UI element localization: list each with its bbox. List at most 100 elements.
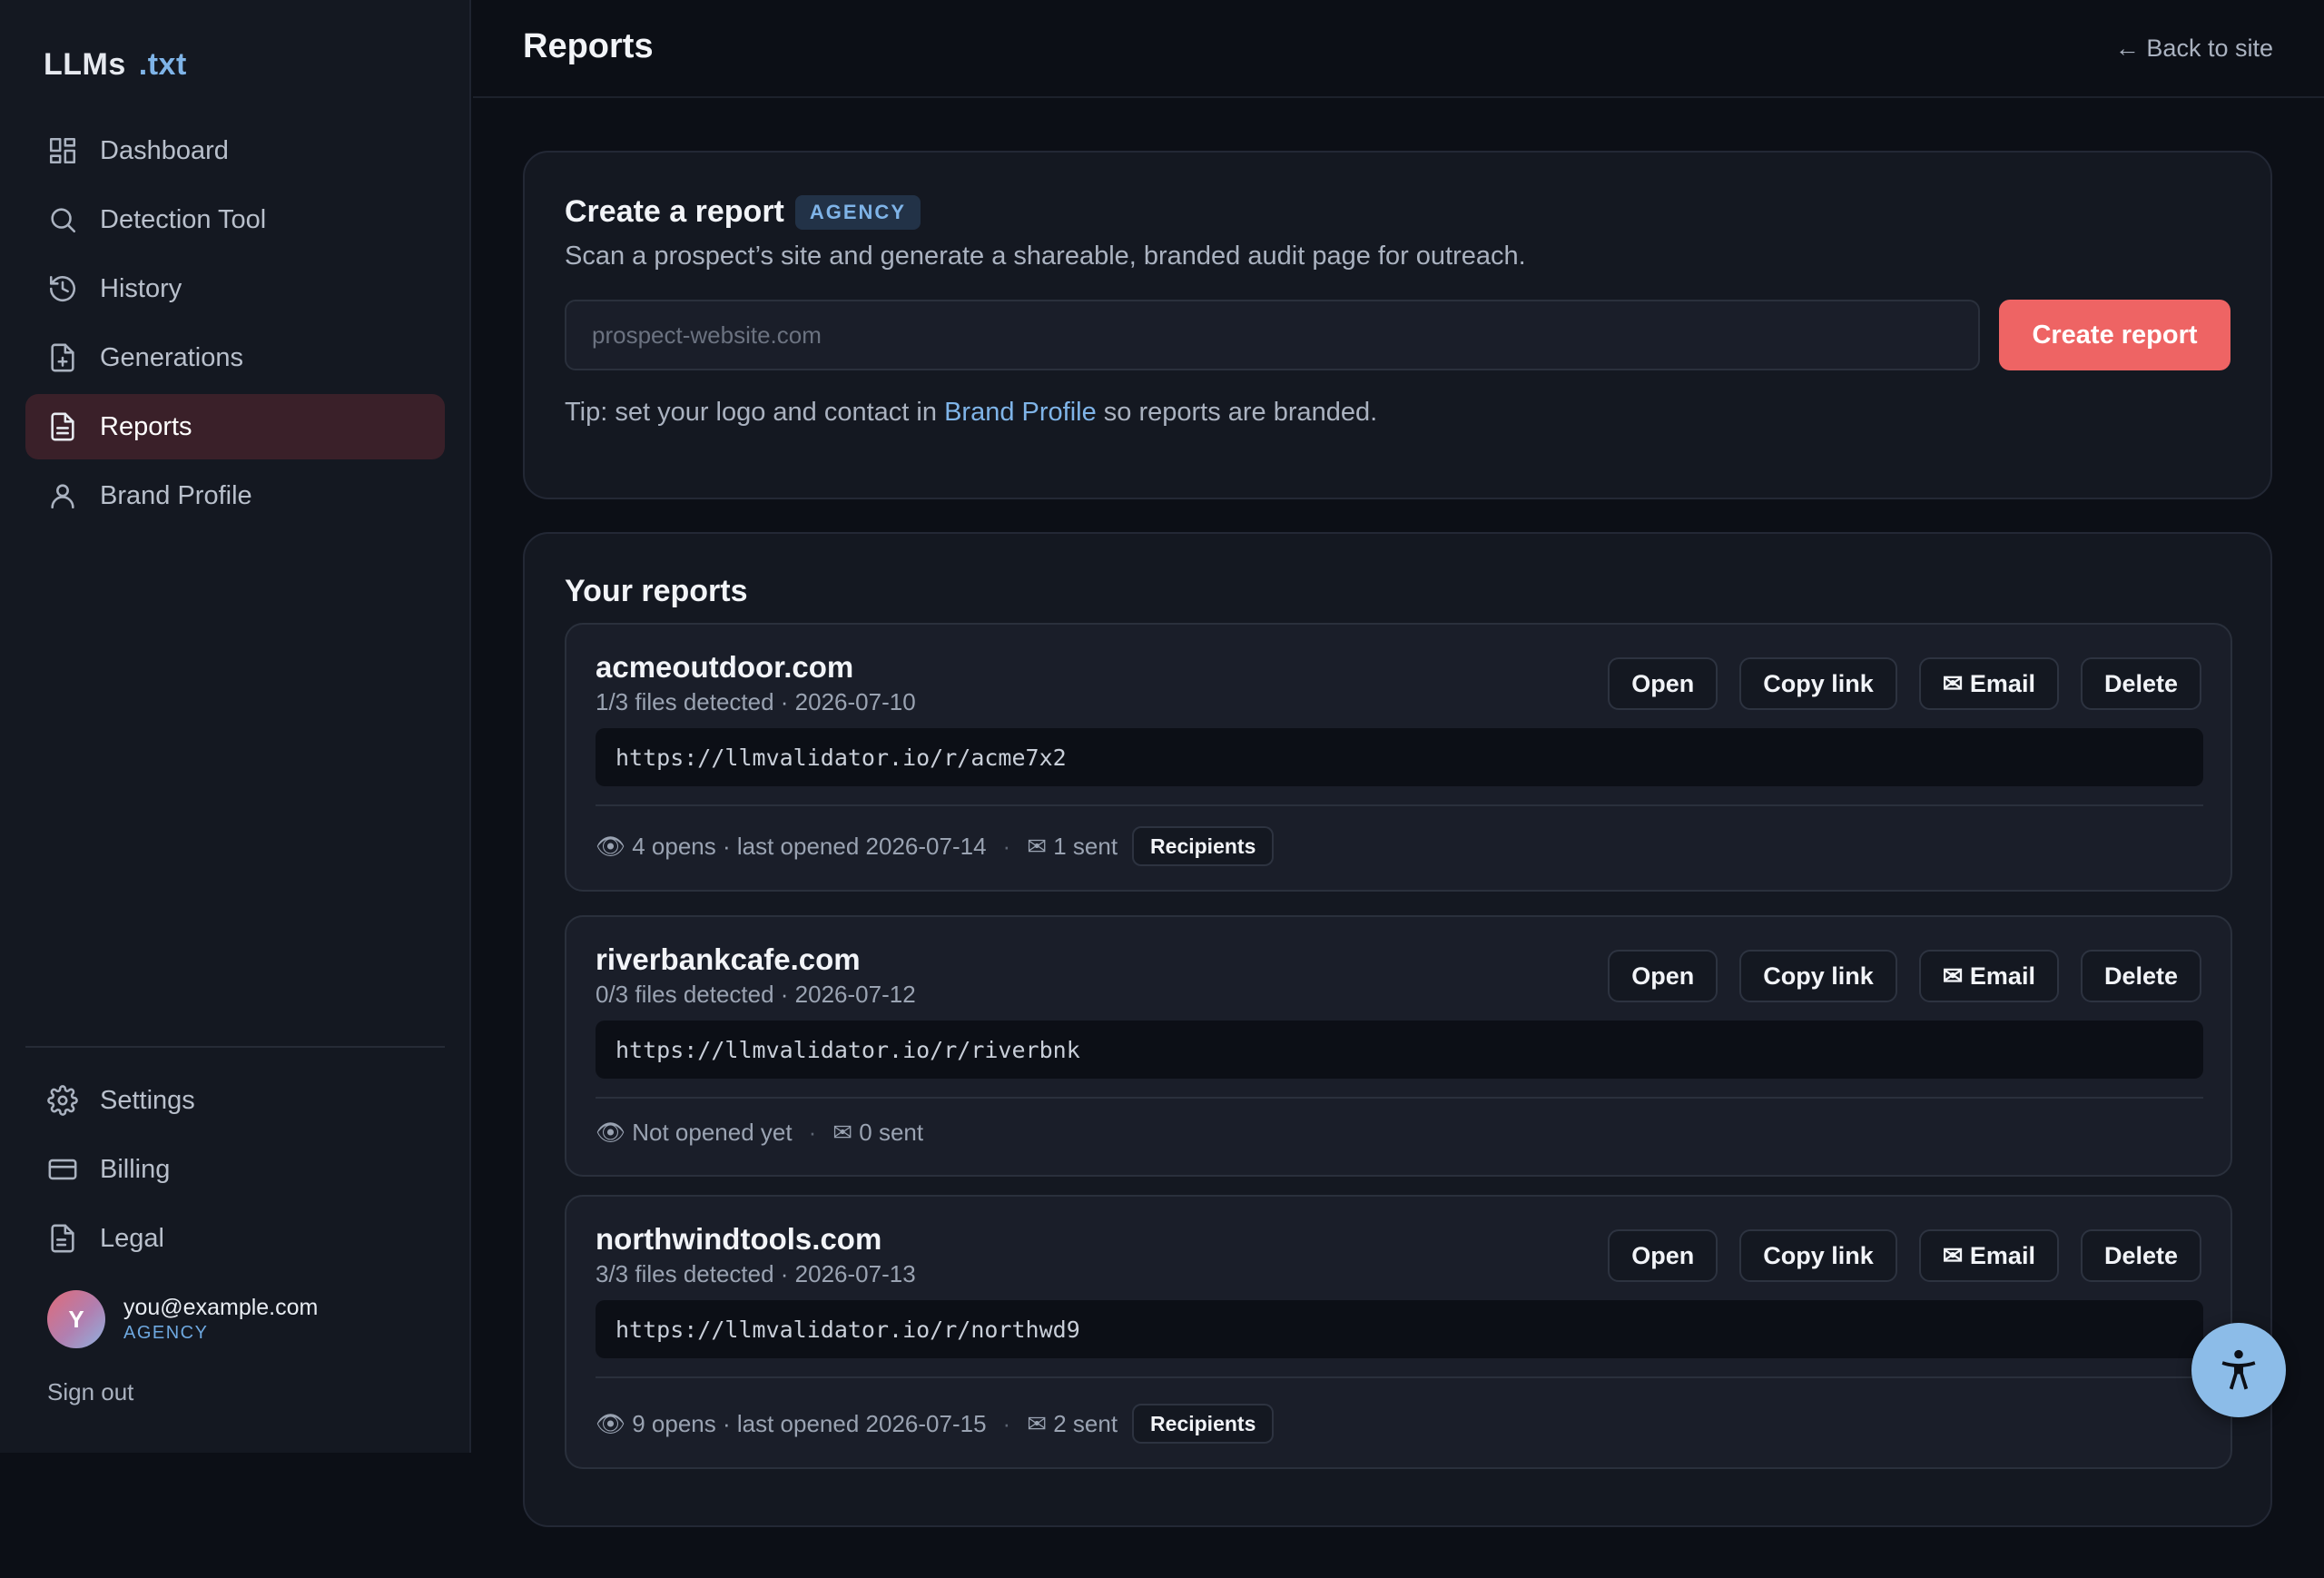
delete-button[interactable]: Delete [2080,657,2201,710]
report-sent: ✉ 0 sent [832,1119,924,1146]
report-opens: 👁 4 opens · last opened 2026-07-14 [596,832,987,860]
report-meta: 3/3 files detected · 2026-07-13 [596,1260,916,1287]
sidebar-item-dashboard[interactable]: Dashboard [25,118,445,183]
tip-suffix: so reports are branded. [1096,398,1378,427]
sidebar-item-label: Brand Profile [100,480,252,510]
report-meta: 0/3 files detected · 2026-07-12 [596,981,916,1008]
report-actions: Open Copy link ✉ Email Delete [1608,657,2201,710]
sidebar-item-label: Settings [100,1085,195,1115]
user-account[interactable]: Y you@example.com AGENCY [47,1290,318,1348]
sidebar-item-label: Billing [100,1154,171,1184]
credit-card-icon [48,1159,77,1180]
reports-list-title: Your reports [565,574,748,608]
open-button[interactable]: Open [1608,950,1718,1002]
create-report-description: Scan a prospect’s site and generate a sh… [565,242,1526,271]
reports-list-card: Your reports acmeoutdoor.com 1/3 files d… [523,532,2272,1527]
report-actions: Open Copy link ✉ Email Delete [1608,1229,2201,1282]
report-item: northwindtools.com 3/3 files detected · … [565,1195,2232,1469]
brand-logo[interactable]: LLMs .txt [44,47,187,83]
sidebar-nav: Dashboard Detection Tool History Generat… [25,118,445,532]
create-report-heading: Create a report AGENCY [565,194,921,230]
sidebar-item-billing[interactable]: Billing [25,1137,445,1202]
accessibility-icon [2221,1349,2256,1390]
report-share-url[interactable]: https://llmvalidator.io/r/riverbnk [596,1021,2203,1079]
email-button[interactable]: ✉ Email [1918,950,2059,1002]
report-divider [596,1376,2203,1378]
sidebar-item-label: Reports [100,411,192,441]
user-plan: AGENCY [123,1323,209,1343]
stats-separator: · [808,1119,817,1146]
email-button[interactable]: ✉ Email [1918,1229,2059,1282]
report-stats: 👁 4 opens · last opened 2026-07-14 · ✉ 1… [596,826,1275,866]
report-share-url[interactable]: https://llmvalidator.io/r/acme7x2 [596,728,2203,786]
email-button[interactable]: ✉ Email [1918,657,2059,710]
report-stats: 👁 9 opens · last opened 2026-07-15 · ✉ 2… [596,1404,1275,1444]
stats-separator: · [1002,832,1011,860]
sidebar-item-generations[interactable]: Generations [25,325,445,390]
sidebar-item-label: History [100,273,182,303]
brand-ext: .txt [138,47,187,82]
brand-name: LLMs [44,47,126,82]
open-button[interactable]: Open [1608,1229,1718,1282]
report-actions: Open Copy link ✉ Email Delete [1608,950,2201,1002]
report-meta: 1/3 files detected · 2026-07-10 [596,688,916,715]
sidebar-divider [25,1046,445,1048]
sidebar-item-brand-profile[interactable]: Brand Profile [25,463,445,528]
recipients-button[interactable]: Recipients [1132,826,1275,866]
sidebar-item-reports[interactable]: Reports [25,394,445,459]
page-title: Reports [523,27,654,65]
report-item: acmeoutdoor.com 1/3 files detected · 202… [565,623,2232,892]
report-item: riverbankcafe.com 0/3 files detected · 2… [565,915,2232,1177]
brand-profile-link[interactable]: Brand Profile [944,398,1097,427]
user-info: you@example.com AGENCY [123,1295,318,1344]
plan-badge: AGENCY [794,194,921,230]
delete-button[interactable]: Delete [2080,1229,2201,1282]
file-icon [51,1224,74,1253]
report-divider [596,804,2203,806]
recipients-button[interactable]: Recipients [1132,1404,1275,1444]
back-to-site-link[interactable]: ← Back to site [2115,35,2273,63]
sidebar-item-settings[interactable]: Settings [25,1068,445,1133]
sidebar-item-label: Detection Tool [100,204,267,234]
open-button[interactable]: Open [1608,657,1718,710]
tip-prefix: Tip: set your logo and contact in [565,398,945,427]
report-domain: riverbankcafe.com [596,942,861,976]
user-email: you@example.com [123,1295,319,1320]
report-sent: ✉ 1 sent [1027,832,1118,860]
report-share-url[interactable]: https://llmvalidator.io/r/northwd9 [596,1300,2203,1358]
file-text-icon [51,412,74,441]
report-stats: 👁 Not opened yet · ✉ 0 sent [596,1119,923,1147]
report-opens: 👁 9 opens · last opened 2026-07-15 [596,1409,987,1437]
delete-button[interactable]: Delete [2080,950,2201,1002]
sidebar: LLMs .txt Dashboard Detection Tool Histor… [0,0,471,1453]
create-report-button[interactable]: Create report [1999,300,2230,370]
stats-separator: · [1002,1409,1011,1437]
sidebar-item-legal[interactable]: Legal [25,1206,445,1271]
sidebar-item-detection-tool[interactable]: Detection Tool [25,187,445,252]
sidebar-item-history[interactable]: History [25,256,445,321]
sidebar-item-label: Generations [100,342,243,372]
avatar: Y [47,1290,105,1348]
search-icon [51,208,76,233]
create-report-card: Create a report AGENCY Scan a prospect’s… [523,151,2272,499]
report-domain: northwindtools.com [596,1222,882,1256]
user-icon [51,484,74,509]
prospect-url-input[interactable] [565,300,1980,370]
history-icon [49,275,76,302]
copy-link-button[interactable]: Copy link [1739,950,1897,1002]
sidebar-item-label: Legal [100,1223,164,1253]
sidebar-item-label: Dashboard [100,135,229,165]
report-sent: ✉ 2 sent [1027,1409,1118,1437]
dashboard-icon [49,137,76,164]
report-domain: acmeoutdoor.com [596,650,854,684]
sidebar-bottom-nav: Settings Billing Legal [25,1068,445,1275]
page-header: Reports ← Back to site [473,0,2324,98]
copy-link-button[interactable]: Copy link [1739,657,1897,710]
report-divider [596,1097,2203,1099]
report-opens: 👁 Not opened yet [596,1119,793,1146]
sign-out-link[interactable]: Sign out [47,1378,133,1406]
create-report-title: Create a report [565,194,784,229]
copy-link-button[interactable]: Copy link [1739,1229,1897,1282]
accessibility-button[interactable] [2191,1323,2286,1417]
branding-tip: Tip: set your logo and contact in Brand … [565,398,1377,428]
